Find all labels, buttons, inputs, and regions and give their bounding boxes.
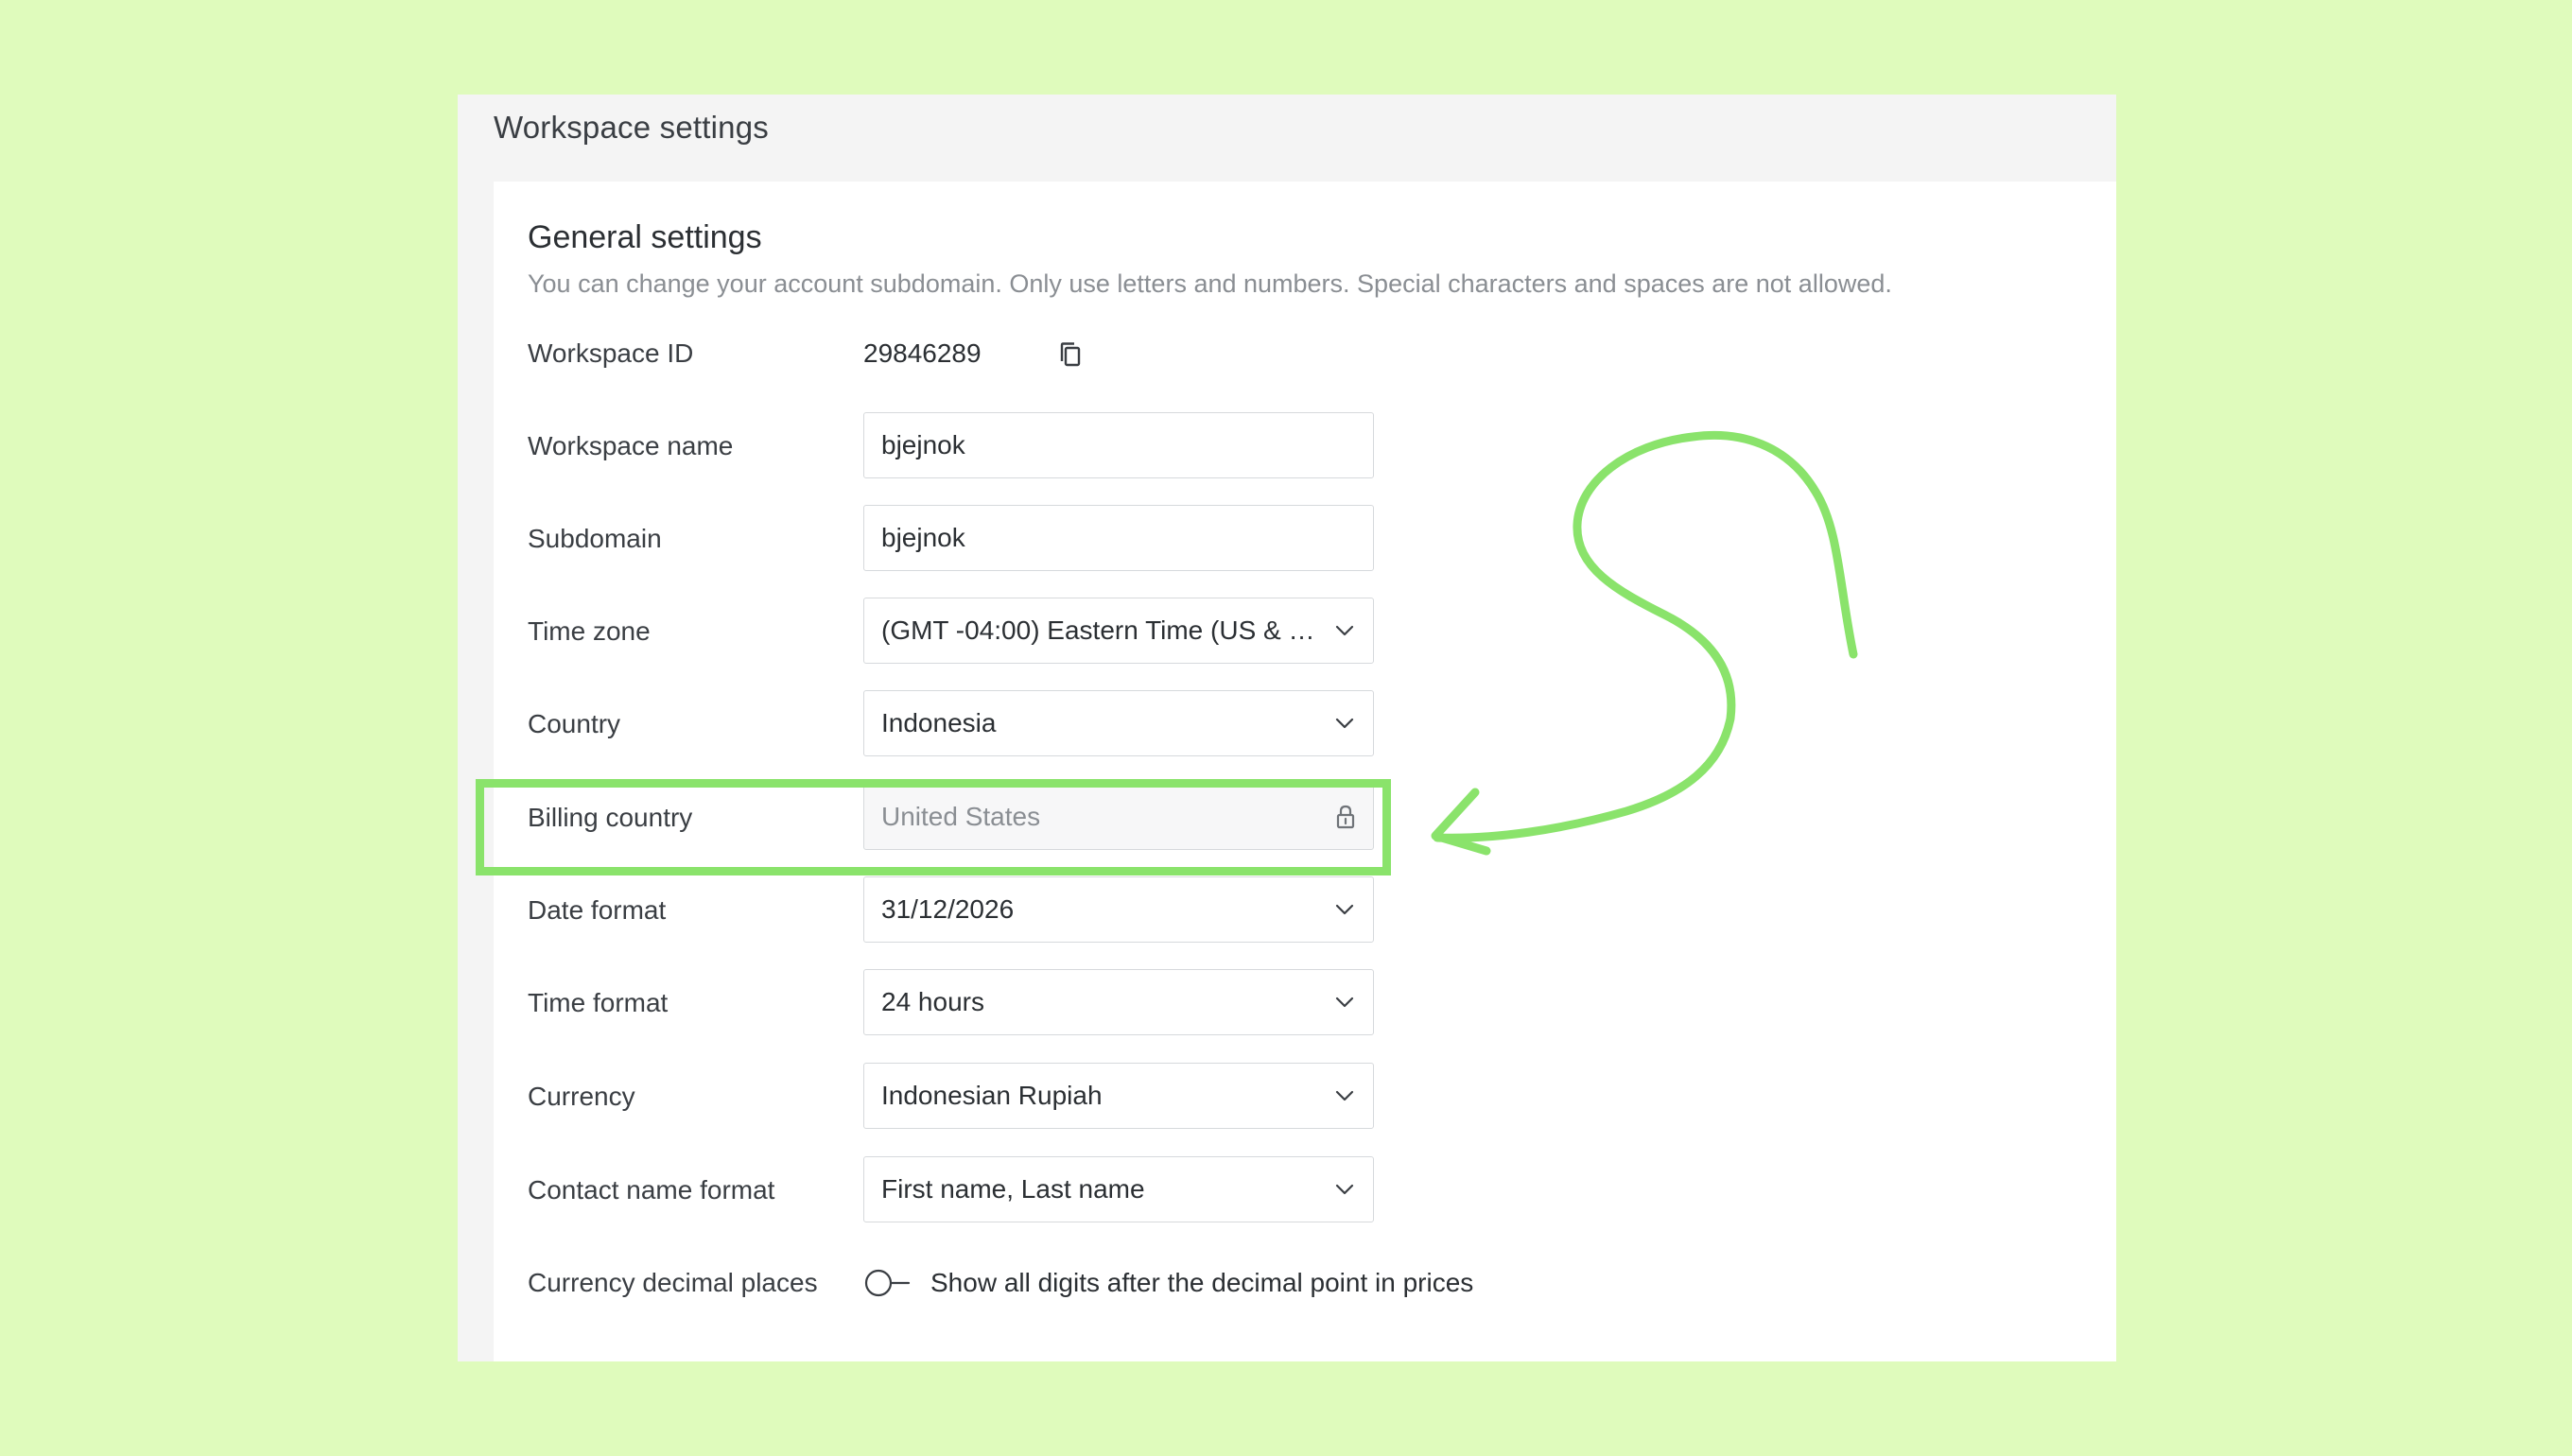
currency-decimal-places-label: Currency decimal places: [528, 1268, 818, 1297]
subdomain-row: Subdomain bjejnok: [528, 505, 2041, 573]
currency-decimal-places-row: Currency decimal places Show all digits …: [528, 1249, 2041, 1317]
currency-value: Indonesian Rupiah: [881, 1081, 1103, 1110]
chevron-down-icon: [1335, 625, 1354, 636]
chevron-down-icon: [1335, 997, 1354, 1008]
time-zone-row: Time zone (GMT -04:00) Eastern Time (US …: [528, 598, 2041, 666]
workspace-name-row: Workspace name bjejnok: [528, 412, 2041, 480]
chevron-down-icon: [1335, 1184, 1354, 1195]
subdomain-input[interactable]: bjejnok: [863, 505, 1374, 571]
decimal-places-toggle-label: Show all digits after the decimal point …: [930, 1268, 1474, 1297]
time-zone-label: Time zone: [528, 616, 651, 646]
date-format-label: Date format: [528, 895, 667, 925]
workspace-id-row: Workspace ID 29846289: [528, 320, 2041, 388]
workspace-id-label: Workspace ID: [528, 338, 694, 368]
settings-window: Workspace settings General settings You …: [458, 95, 2116, 1361]
country-select[interactable]: Indonesia: [863, 690, 1374, 756]
decimal-places-toggle[interactable]: [863, 1268, 911, 1298]
time-format-row: Time format 24 hours: [528, 969, 2041, 1037]
time-zone-select[interactable]: (GMT -04:00) Eastern Time (US & Ca...: [863, 598, 1374, 664]
time-zone-value: (GMT -04:00) Eastern Time (US & Ca...: [881, 615, 1320, 645]
subdomain-value: bjejnok: [881, 523, 965, 552]
country-label: Country: [528, 709, 621, 738]
chevron-down-icon: [1335, 904, 1354, 915]
country-value: Indonesia: [881, 708, 997, 737]
section-title: General settings: [528, 219, 762, 255]
date-format-value: 31/12/2026: [881, 894, 1015, 924]
contact-name-format-label: Contact name format: [528, 1175, 775, 1205]
time-format-value: 24 hours: [881, 987, 984, 1016]
currency-select[interactable]: Indonesian Rupiah: [863, 1063, 1374, 1129]
date-format-row: Date format 31/12/2026: [528, 876, 2041, 945]
chevron-down-icon: [1335, 1090, 1354, 1101]
page-title: Workspace settings: [494, 110, 769, 145]
section-description: You can change your account subdomain. O…: [528, 269, 1892, 298]
contact-name-format-row: Contact name format First name, Last nam…: [528, 1156, 2041, 1224]
workspace-id-value: 29846289: [863, 338, 982, 368]
workspace-name-value: bjejnok: [881, 430, 965, 459]
time-format-select[interactable]: 24 hours: [863, 969, 1374, 1035]
copy-icon[interactable]: [1059, 341, 1084, 370]
workspace-name-label: Workspace name: [528, 431, 734, 460]
contact-name-format-value: First name, Last name: [881, 1174, 1145, 1204]
workspace-name-input[interactable]: bjejnok: [863, 412, 1374, 478]
billing-country-highlight-box: [476, 779, 1391, 875]
general-settings-card: General settings You can change your acc…: [494, 182, 2116, 1361]
chevron-down-icon: [1335, 718, 1354, 729]
time-format-label: Time format: [528, 988, 669, 1017]
subdomain-label: Subdomain: [528, 524, 662, 553]
date-format-select[interactable]: 31/12/2026: [863, 876, 1374, 943]
currency-label: Currency: [528, 1082, 635, 1111]
contact-name-format-select[interactable]: First name, Last name: [863, 1156, 1374, 1222]
currency-row: Currency Indonesian Rupiah: [528, 1063, 2041, 1131]
country-row: Country Indonesia: [528, 690, 2041, 758]
